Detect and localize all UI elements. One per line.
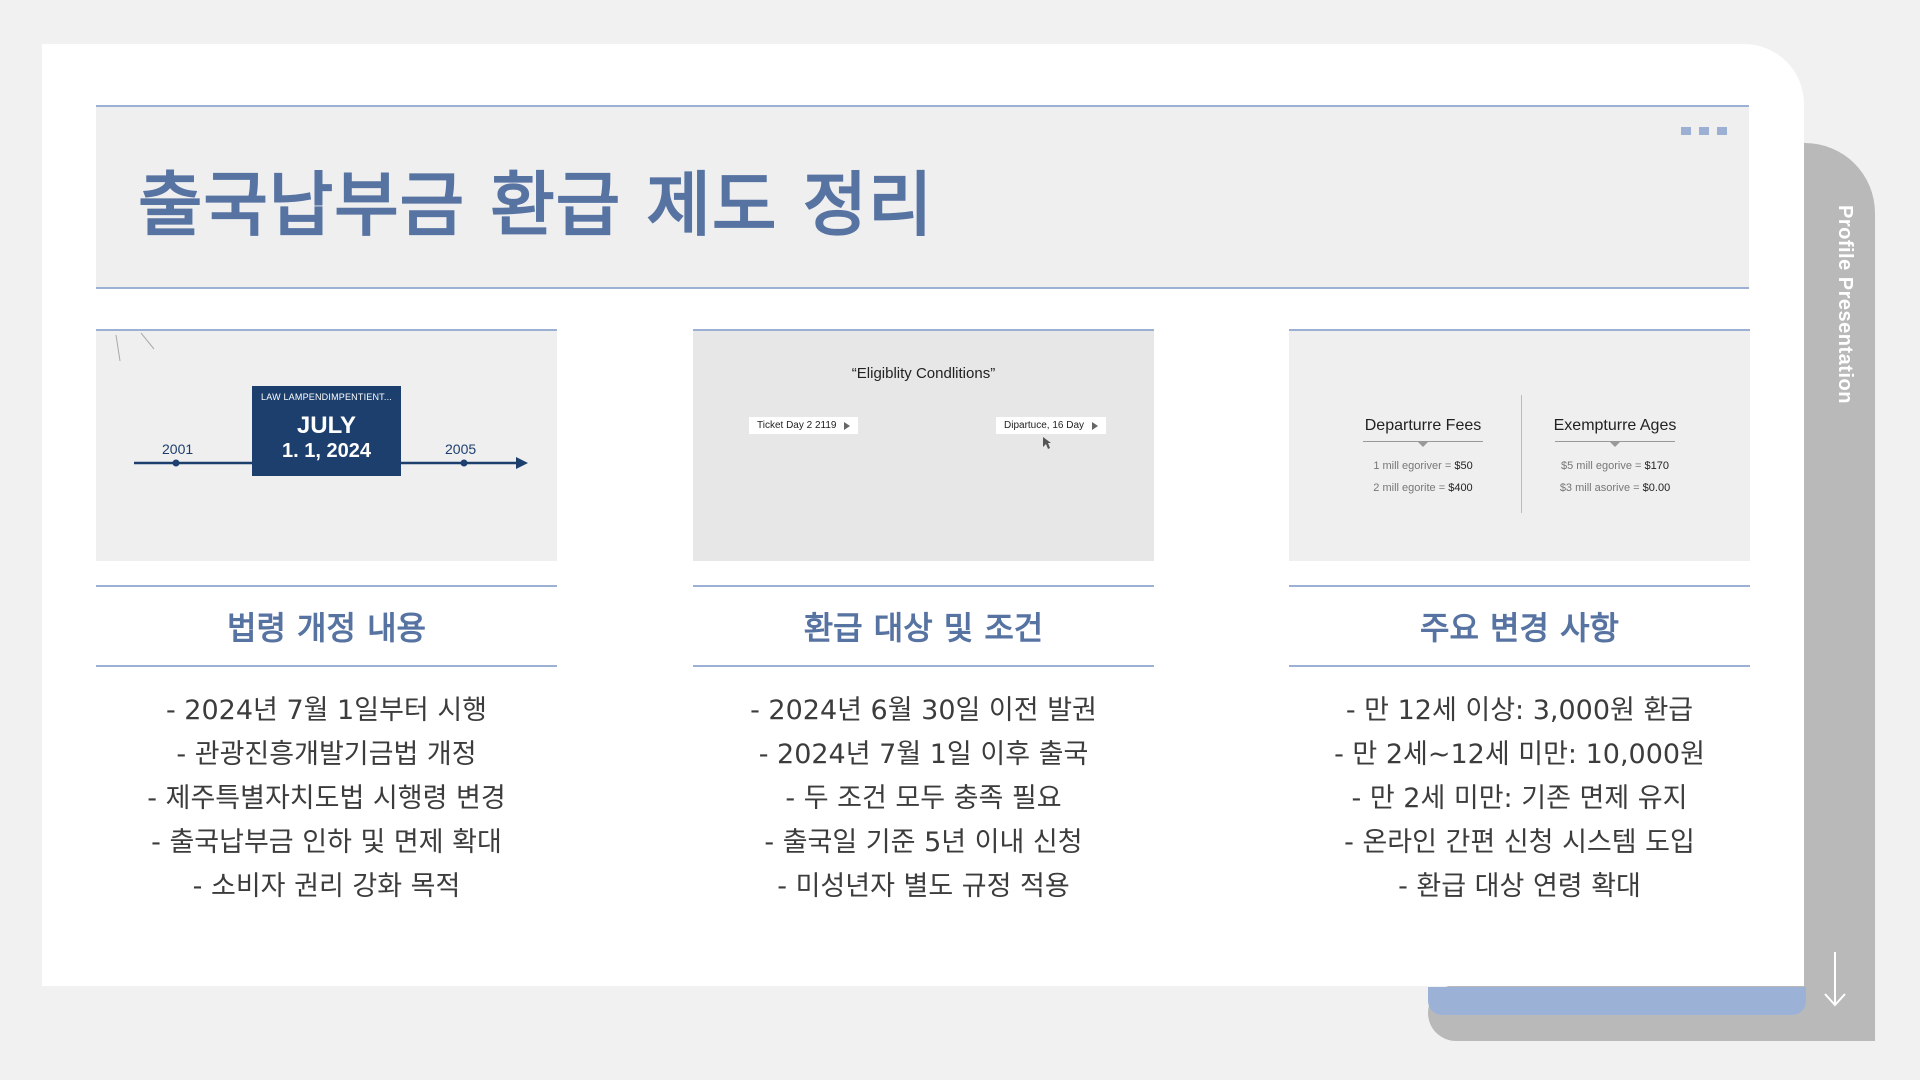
dot bbox=[1699, 127, 1709, 135]
ticket-day-pill: Ticket Day 2 2119 bbox=[749, 417, 859, 434]
list-item: - 만 12세 이상: 3,000원 환급 bbox=[1345, 695, 1694, 726]
list-item: - 2024년 6월 30일 이전 발권 bbox=[750, 695, 1097, 726]
pill-label: Dipartuce, 16 Day bbox=[1004, 420, 1085, 431]
list-item: - 2024년 7월 1일부터 시행 bbox=[165, 695, 488, 726]
fee-row: 1 mill egoriver = $50 bbox=[1373, 460, 1473, 472]
thumbnail-quote: “Eligiblity Condlitions” bbox=[851, 365, 996, 382]
side-label: Profile Presentation bbox=[1834, 205, 1856, 404]
page-title: 출국납부금 환급 제도 정리 bbox=[138, 164, 934, 246]
dot bbox=[1681, 127, 1691, 135]
timeline-thumbnail: 2001 2005 LAW LAMPENDIMPENTIENT... JULY … bbox=[96, 329, 557, 561]
cursor-icon bbox=[1043, 437, 1051, 449]
divider bbox=[1521, 395, 1522, 513]
list-item: - 두 조건 모두 충족 필요 bbox=[785, 783, 1062, 814]
column-list: - 2024년 7월 1일부터 시행 - 관광진흥개발기금법 개정 - 제주특별… bbox=[96, 689, 557, 909]
column-key-changes: Departurre Fees 1 mill egoriver = $50 2 … bbox=[1289, 329, 1750, 909]
list-item: - 환급 대상 연령 확대 bbox=[1398, 871, 1641, 902]
eligibility-thumbnail: “Eligiblity Condlitions” Ticket Day 2 21… bbox=[693, 329, 1154, 561]
list-item: - 출국납부금 인하 및 면제 확대 bbox=[151, 827, 502, 858]
list-item: - 미성년자 별도 규정 적용 bbox=[777, 871, 1070, 902]
column-law-revision: 2001 2005 LAW LAMPENDIMPENTIENT... JULY … bbox=[96, 329, 557, 909]
heading-rule bbox=[1555, 441, 1675, 447]
date-box-month: JULY bbox=[296, 412, 357, 439]
arrow-down-icon[interactable] bbox=[1818, 950, 1852, 1010]
list-item: - 만 2세 미만: 기존 면제 유지 bbox=[1351, 783, 1688, 814]
departure-day-pill: Dipartuce, 16 Day bbox=[996, 417, 1107, 434]
column-heading: 법령 개정 내용 bbox=[96, 585, 557, 667]
list-item: - 제주특별자치도법 시행령 변경 bbox=[147, 783, 506, 814]
year-label-right: 2005 bbox=[445, 441, 477, 457]
dot bbox=[1717, 127, 1727, 135]
ages-heading: Exempturre Ages bbox=[1553, 417, 1677, 434]
column-list: - 만 12세 이상: 3,000원 환급 - 만 2세~12세 미만: 10,… bbox=[1289, 689, 1750, 909]
column-heading: 환급 대상 및 조건 bbox=[693, 585, 1154, 667]
list-item: - 출국일 기준 5년 이내 신청 bbox=[764, 827, 1083, 858]
title-band: 출국납부금 환급 제도 정리 bbox=[96, 105, 1749, 289]
departure-fees-table: Departurre Fees 1 mill egoriver = $50 2 … bbox=[1343, 417, 1503, 494]
pill-label: Ticket Day 2 2119 bbox=[757, 420, 837, 431]
fees-heading: Departurre Fees bbox=[1364, 417, 1482, 434]
play-icon bbox=[1092, 421, 1099, 430]
play-icon bbox=[844, 421, 851, 430]
list-item: - 관광진흥개발기금법 개정 bbox=[176, 739, 477, 770]
date-box: LAW LAMPENDIMPENTIENT... JULY 1. 1, 2024 bbox=[252, 386, 401, 476]
age-row: $3 mill asorive = $0.00 bbox=[1559, 482, 1671, 494]
date-box-day: 1. 1, 2024 bbox=[282, 440, 371, 462]
date-box-caption: LAW LAMPENDIMPENTIENT... bbox=[261, 392, 392, 402]
column-eligibility: “Eligiblity Condlitions” Ticket Day 2 21… bbox=[693, 329, 1154, 909]
list-item: - 소비자 권리 강화 목적 bbox=[192, 871, 461, 902]
column-list: - 2024년 6월 30일 이전 발권 - 2024년 7월 1일 이후 출국… bbox=[693, 689, 1154, 909]
year-label-left: 2001 bbox=[162, 441, 194, 457]
fees-thumbnail: Departurre Fees 1 mill egoriver = $50 2 … bbox=[1289, 329, 1750, 561]
bottom-accent-bar bbox=[1428, 987, 1806, 1015]
list-item: - 온라인 간편 신청 시스템 도입 bbox=[1344, 827, 1695, 858]
list-item: - 만 2세~12세 미만: 10,000원 bbox=[1334, 739, 1705, 770]
column-heading: 주요 변경 사항 bbox=[1289, 585, 1750, 667]
three-dots-icon[interactable] bbox=[1681, 127, 1727, 135]
fee-row: 2 mill egorite = $400 bbox=[1373, 482, 1473, 494]
exempt-ages-table: Exempturre Ages $5 mill egorive = $170 $… bbox=[1535, 417, 1695, 494]
heading-rule bbox=[1363, 441, 1483, 447]
age-row: $5 mill egorive = $170 bbox=[1561, 460, 1669, 472]
list-item: - 2024년 7월 1일 이후 출국 bbox=[758, 739, 1089, 770]
